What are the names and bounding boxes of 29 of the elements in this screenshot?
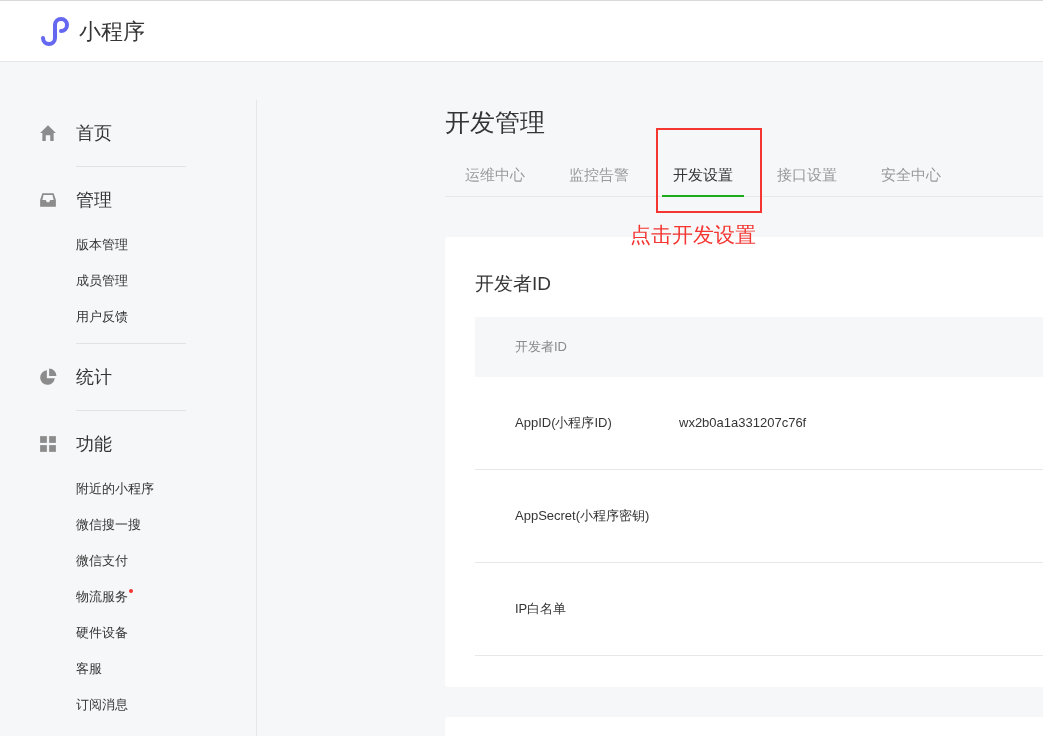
nav-item-link[interactable]: 微信搜一搜 [76, 515, 147, 535]
tab[interactable]: 开发设置 [662, 156, 744, 197]
nav-item-link[interactable]: 成员管理 [76, 271, 134, 291]
nav-section-link[interactable]: 管理 [76, 186, 112, 214]
nav-section-link[interactable]: 首页 [76, 119, 112, 147]
nav-item-link[interactable]: 附近的小程序 [76, 479, 160, 499]
nav-item-link[interactable]: 物流服务 [76, 587, 134, 607]
page-title: 开发管理 [445, 107, 546, 138]
pie-chart-icon [39, 368, 57, 386]
home-icon [39, 124, 57, 142]
nav-item-link[interactable]: 硬件设备 [76, 623, 134, 643]
nav-item-link[interactable]: 用户反馈 [76, 307, 134, 327]
table-cell-text: AppSecret(小程序密钥) [515, 507, 651, 526]
nav-item-link[interactable]: 客服 [76, 659, 108, 679]
table-cell-text: AppID(小程序ID) [515, 414, 613, 433]
logo-icon [39, 16, 71, 46]
table-cell-text: wx2b0a1a331207c76f [679, 414, 807, 433]
inbox-tray-icon [39, 191, 57, 209]
nav-section-link[interactable]: 统计 [76, 363, 112, 391]
annotation-text: 点击开发设置 [630, 222, 756, 248]
nav-section-link[interactable]: 功能 [76, 430, 112, 458]
column-header: 开发者ID [515, 338, 567, 357]
table-cell-text: IP白名单 [515, 600, 568, 619]
nav-item-link[interactable]: 微信支付 [76, 551, 134, 571]
grid-icon [39, 435, 57, 453]
section-title: 开发者ID [475, 272, 552, 296]
nav-item-link[interactable]: 版本管理 [76, 235, 134, 255]
nav-item-link[interactable]: 订阅消息 [76, 695, 134, 715]
app-title: 小程序 [79, 17, 145, 46]
